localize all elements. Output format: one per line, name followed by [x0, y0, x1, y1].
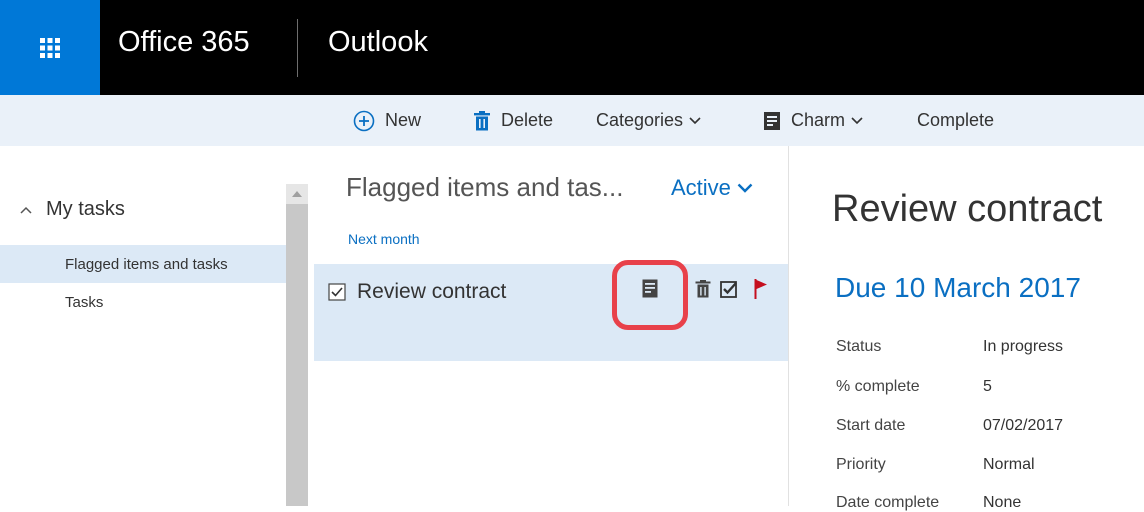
pane-divider — [788, 146, 789, 506]
sidebar-item-label: Tasks — [65, 293, 104, 311]
task-checkbox[interactable] — [328, 283, 346, 301]
detail-due-date: Due 10 March 2017 — [835, 272, 1081, 303]
sidebar-item-tasks[interactable]: Tasks — [0, 283, 286, 321]
trash-icon — [474, 110, 490, 130]
percent-complete-value: 5 — [983, 378, 992, 395]
complete-button[interactable]: Complete — [917, 95, 994, 146]
charm-button[interactable]: Charm — [763, 95, 863, 146]
header-divider — [297, 19, 298, 77]
waffle-icon — [40, 37, 60, 58]
new-button-label: New — [385, 110, 422, 130]
app-title[interactable]: Outlook — [328, 26, 428, 59]
checkmark-box-icon[interactable] — [720, 280, 738, 298]
triangle-up-icon — [292, 191, 302, 197]
chevron-down-icon — [851, 116, 863, 124]
flag-icon[interactable] — [754, 279, 768, 299]
my-tasks-label: My tasks — [46, 198, 125, 220]
delete-button[interactable]: Delete — [473, 95, 553, 146]
chevron-down-icon — [689, 116, 701, 124]
brand-title[interactable]: Office 365 — [118, 26, 250, 59]
priority-value: Normal — [983, 456, 1035, 473]
task-title: Review contract — [357, 280, 507, 303]
priority-label: Priority — [836, 456, 886, 473]
complete-button-label: Complete — [917, 110, 995, 130]
charm-button-label: Charm — [791, 110, 846, 130]
chevron-up-icon — [20, 206, 32, 214]
plus-circle-icon — [353, 110, 375, 131]
charm-icon — [764, 111, 780, 130]
scroll-up-button[interactable] — [286, 184, 308, 204]
start-date-value: 07/02/2017 — [983, 417, 1064, 434]
detail-title: Review contract — [832, 188, 1103, 230]
chevron-down-icon — [737, 183, 753, 193]
date-complete-label: Date complete — [836, 494, 940, 511]
status-value: In progress — [983, 338, 1064, 355]
highlight-ring — [612, 260, 688, 330]
delete-button-label: Delete — [501, 110, 554, 130]
app-launcher-button[interactable] — [0, 0, 100, 95]
group-header: Next month — [348, 231, 420, 247]
start-date-label: Start date — [836, 417, 906, 434]
percent-complete-label: % complete — [836, 378, 920, 395]
sidebar-scrollbar[interactable] — [286, 184, 308, 506]
sidebar-item-label: Flagged items and tasks — [65, 255, 228, 273]
filter-dropdown[interactable]: Active — [671, 175, 753, 201]
categories-button-label: Categories — [596, 110, 684, 130]
status-label: Status — [836, 338, 882, 355]
new-button[interactable]: New — [353, 95, 421, 146]
categories-button[interactable]: Categories — [596, 95, 701, 146]
list-title: Flagged items and tas... — [346, 172, 624, 202]
my-tasks-section[interactable]: My tasks — [20, 198, 125, 221]
trash-icon[interactable] — [695, 280, 711, 298]
task-row[interactable] — [314, 264, 788, 361]
filter-label: Active — [671, 175, 731, 200]
date-complete-value: None — [983, 494, 1022, 511]
sidebar-item-flagged[interactable]: Flagged items and tasks — [0, 245, 286, 283]
